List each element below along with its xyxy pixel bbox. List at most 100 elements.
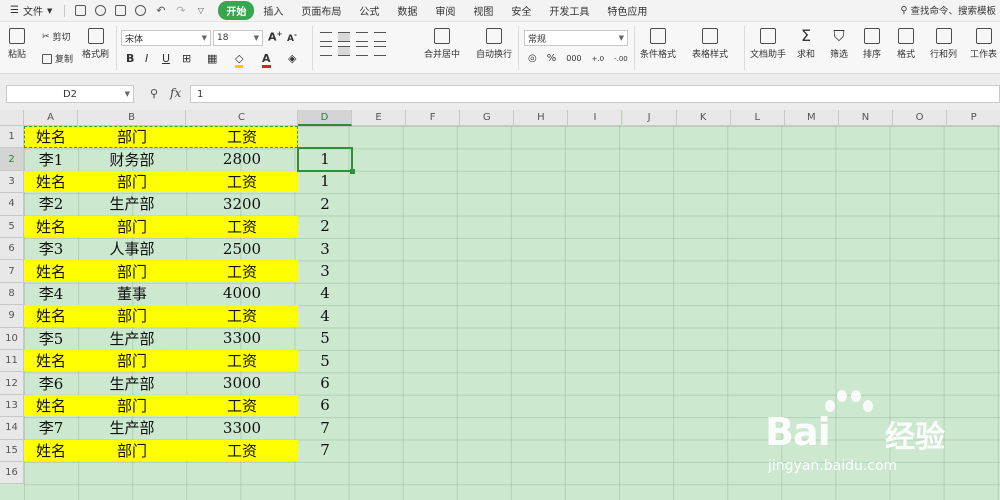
fx-icon[interactable]: fx [170, 86, 181, 100]
borders-icon[interactable]: ⊞ [182, 52, 191, 65]
align-middle-icon[interactable] [338, 32, 350, 42]
cell-a15[interactable]: 姓名 [24, 439, 78, 461]
row-header-7[interactable]: 7 [0, 260, 24, 283]
fill-handle[interactable] [350, 168, 355, 174]
tab-6[interactable]: 视图 [464, 1, 502, 20]
row-header-2[interactable]: 2 [0, 148, 24, 171]
cell-a7[interactable]: 姓名 [24, 260, 78, 282]
fill-color-icon[interactable]: ▦ [207, 52, 217, 65]
cell-b13[interactable]: 部门 [78, 394, 186, 417]
increase-decimal-icon[interactable]: +.0 [592, 55, 605, 63]
cell-d6[interactable]: 3 [298, 238, 352, 259]
command-search[interactable]: ⚲ 查找命令、搜索模板 [901, 3, 996, 18]
column-header-e[interactable]: E [352, 110, 407, 126]
row-header-14[interactable]: 14 [0, 417, 24, 440]
column-header-a[interactable]: A [24, 110, 78, 126]
cell-a9[interactable]: 姓名 [24, 305, 78, 327]
tab-0[interactable]: 开始 [218, 1, 255, 20]
column-header-d[interactable]: D [298, 110, 352, 126]
customize-icon[interactable]: ▽ [195, 5, 206, 16]
cell-c1[interactable]: 工资 [186, 126, 298, 148]
bold-icon[interactable]: B [126, 52, 134, 65]
indent-icon[interactable] [374, 32, 386, 42]
column-header-c[interactable]: C [186, 110, 298, 126]
format-button[interactable]: 格式 [897, 28, 915, 60]
row-header-5[interactable]: 5 [0, 215, 24, 238]
tab-5[interactable]: 审阅 [426, 1, 464, 20]
column-header-o[interactable]: O [893, 110, 948, 126]
cell-d7[interactable]: 3 [298, 260, 352, 281]
cell-d15[interactable]: 7 [298, 440, 352, 461]
cell-a2[interactable]: 李1 [24, 148, 78, 169]
cell-b15[interactable]: 部门 [78, 439, 186, 461]
row-header-9[interactable]: 9 [0, 305, 24, 328]
spreadsheet-grid[interactable]: A B C D E F G H I J K L M N O P 1 2 3 4 5 6 7 8 9 10 11 12 13 14 15 16 姓… [0, 110, 1000, 500]
column-header-p[interactable]: P [947, 110, 1000, 126]
decrease-decimal-icon[interactable]: -.00 [614, 55, 628, 63]
align-bottom-icon[interactable] [356, 32, 368, 42]
cell-b14[interactable]: 生产部 [78, 417, 186, 438]
table-style-button[interactable]: 表格样式 [692, 28, 728, 60]
cell-c7[interactable]: 工资 [186, 260, 298, 282]
row-header-10[interactable]: 10 [0, 327, 24, 350]
cell-c12[interactable]: 3000 [186, 372, 298, 393]
justify-icon[interactable] [374, 46, 386, 56]
cell-a8[interactable]: 李4 [24, 283, 78, 304]
cell-b2[interactable]: 财务部 [78, 148, 186, 169]
column-header-b[interactable]: B [78, 110, 186, 126]
font-name-select[interactable]: 宋体 ▼ [121, 30, 211, 46]
tab-1[interactable]: 插入 [254, 1, 292, 20]
cell-c3[interactable]: 工资 [186, 170, 298, 193]
cell-c14[interactable]: 3300 [186, 417, 298, 438]
cell-b10[interactable]: 生产部 [78, 328, 186, 349]
print-preview-icon[interactable] [135, 5, 147, 16]
column-header-n[interactable]: N [838, 110, 893, 126]
tab-7[interactable]: 安全 [502, 1, 540, 20]
clear-format-icon[interactable]: ◈ [288, 52, 296, 65]
decrease-font-icon[interactable]: A- [287, 31, 297, 44]
save-icon[interactable] [75, 5, 87, 16]
row-col-button[interactable]: 行和列 [930, 28, 957, 60]
cell-d14[interactable]: 7 [298, 417, 352, 438]
align-left-icon[interactable] [320, 46, 332, 56]
cell-a11[interactable]: 姓名 [24, 350, 78, 372]
row-header-13[interactable]: 13 [0, 394, 24, 418]
cell-c15[interactable]: 工资 [186, 439, 298, 461]
underline-icon[interactable]: U [162, 52, 170, 65]
font-size-select[interactable]: 18 ▼ [213, 30, 263, 46]
cell-c11[interactable]: 工资 [186, 350, 298, 372]
cell-d3[interactable]: 1 [298, 171, 352, 192]
row-header-15[interactable]: 15 [0, 439, 24, 462]
cell-d4[interactable]: 2 [298, 193, 352, 214]
cell-c6[interactable]: 2500 [186, 238, 298, 259]
cell-a3[interactable]: 姓名 [24, 170, 78, 193]
cut-button[interactable]: ✂ 剪切 [42, 30, 71, 44]
cell-a1[interactable]: 姓名 [24, 126, 78, 148]
file-menu[interactable]: ☰ 文件 ▼ [0, 3, 60, 18]
column-header-l[interactable]: L [730, 110, 785, 126]
cell-a13[interactable]: 姓名 [24, 394, 78, 417]
row-header-6[interactable]: 6 [0, 238, 24, 261]
cell-b12[interactable]: 生产部 [78, 372, 186, 393]
cell-d5[interactable]: 2 [298, 216, 352, 237]
cell-c13[interactable]: 工资 [186, 394, 298, 417]
print-icon[interactable] [115, 5, 127, 16]
cell-b5[interactable]: 部门 [78, 215, 186, 237]
number-format-select[interactable]: 常规 ▼ [524, 30, 628, 46]
italic-icon[interactable]: I [145, 52, 148, 65]
tab-2[interactable]: 页面布局 [292, 1, 350, 20]
cell-b7[interactable]: 部门 [78, 260, 186, 282]
align-right-icon[interactable] [356, 46, 368, 56]
cell-b4[interactable]: 生产部 [78, 193, 186, 214]
conditional-format-button[interactable]: 条件格式 [640, 28, 676, 60]
cell-d1[interactable] [298, 126, 352, 147]
copy-button[interactable]: 复制 [42, 52, 73, 65]
cell-a4[interactable]: 李2 [24, 193, 78, 214]
cell-d8[interactable]: 4 [298, 283, 352, 304]
cell-c4[interactable]: 3200 [186, 193, 298, 214]
redo-icon[interactable]: ↷ [175, 5, 186, 16]
cell-c2[interactable]: 2800 [186, 148, 298, 169]
select-all-corner[interactable] [0, 110, 24, 126]
sum-button[interactable]: Σ 求和 [797, 28, 815, 61]
cell-d9[interactable]: 4 [298, 305, 352, 326]
